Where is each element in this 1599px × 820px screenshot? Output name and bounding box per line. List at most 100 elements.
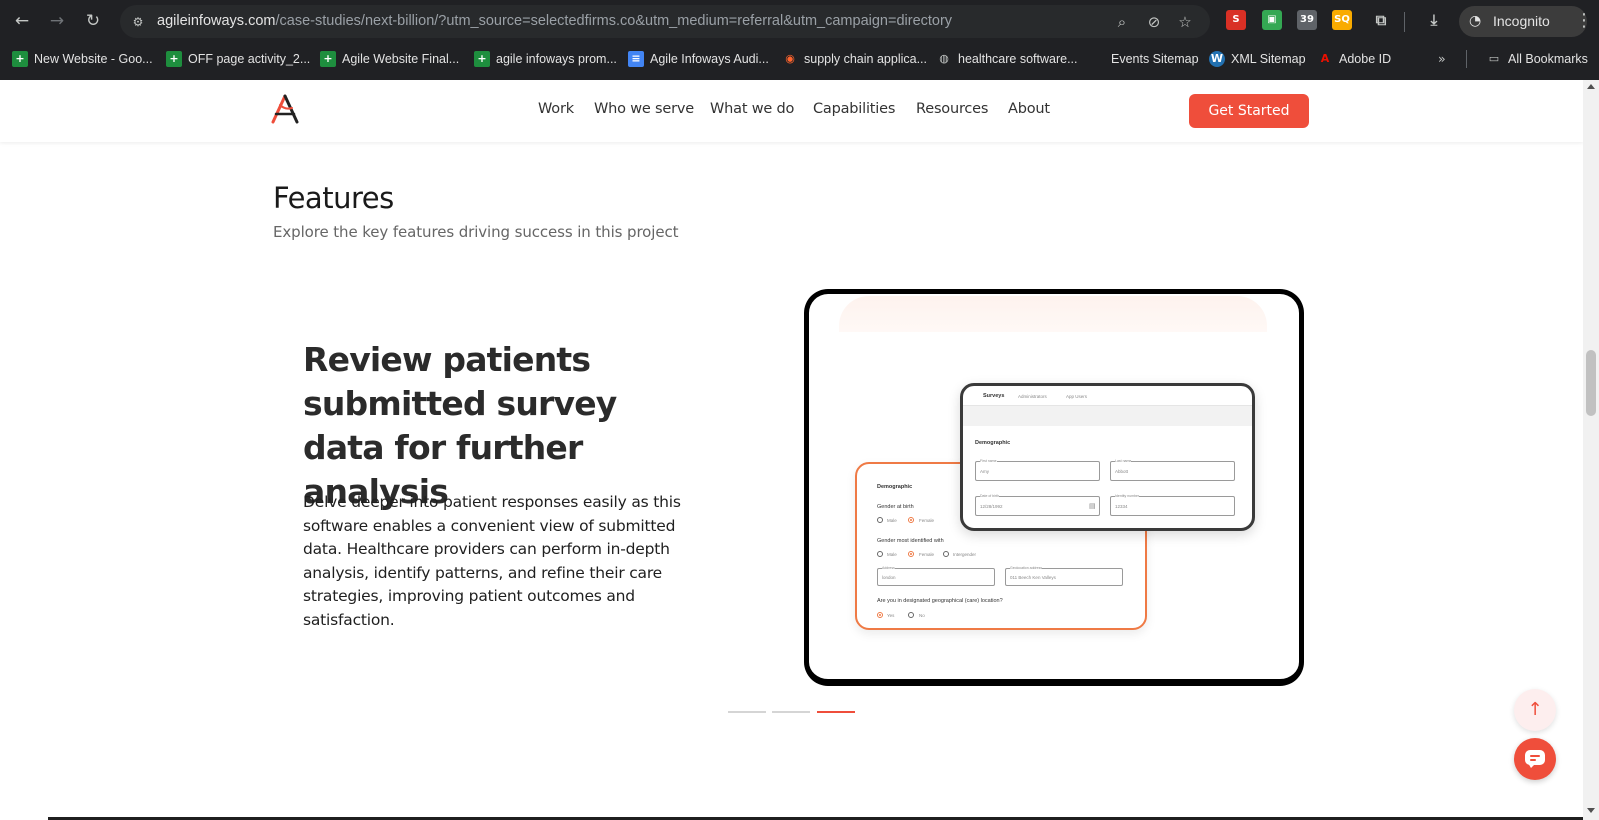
bookmark-item[interactable]: Events Sitemap: [1111, 50, 1199, 68]
agile-infoways-logo[interactable]: [270, 94, 300, 126]
chat-button[interactable]: [1514, 738, 1556, 780]
google-sheets-icon: +: [166, 51, 182, 67]
mock-section-title: Demographic: [975, 440, 1011, 446]
address-bar[interactable]: ⚙ agileinfoways.com/case-studies/next-bi…: [120, 5, 1210, 38]
incognito-label: Incognito: [1493, 13, 1550, 29]
bookmark-item[interactable]: W XML Sitemap: [1209, 50, 1306, 68]
globe-icon: ◍: [939, 52, 949, 65]
bookmark-item[interactable]: ≡ Agile Infoways Audi...: [628, 50, 769, 68]
tracking-protection-icon[interactable]: ⊘: [1143, 11, 1165, 33]
browser-toolbar: ← → ↻ ⚙ agileinfoways.com/case-studies/n…: [0, 0, 1599, 42]
bookmark-label: New Website - Goo...: [34, 52, 153, 66]
browser-menu-icon[interactable]: ⋮: [1575, 9, 1593, 33]
mock-radio-selected: [908, 517, 914, 523]
get-started-button[interactable]: Get Started: [1189, 94, 1309, 128]
features-title: Features: [273, 181, 394, 215]
mock-tab: Administrators: [1018, 394, 1047, 399]
nav-what-we-do[interactable]: What we do: [710, 101, 794, 117]
chat-icon-line: [1530, 755, 1540, 757]
scroll-to-top-button[interactable]: ↑: [1514, 689, 1556, 731]
bookmark-item[interactable]: ◍ healthcare software...: [936, 50, 1078, 68]
extension-sq-icon[interactable]: SQ: [1332, 10, 1352, 30]
site-info-icon[interactable]: ⚙: [128, 12, 148, 32]
zoom-icon[interactable]: ⌕: [1111, 11, 1133, 33]
mock-question: Are you in designated geographical (care…: [877, 598, 1003, 604]
bookmark-item[interactable]: A Adobe ID: [1317, 50, 1391, 68]
mock-band: [963, 406, 1252, 426]
bookmark-item[interactable]: + agile infoways prom...: [474, 50, 617, 68]
bookmark-item[interactable]: ◉ supply chain applica...: [782, 50, 927, 68]
download-icon[interactable]: ⤓: [1424, 10, 1444, 30]
mock-field-value: 12334: [1115, 504, 1128, 509]
bookmark-label: OFF page activity_2...: [188, 52, 311, 66]
mock-last-name-field: Last name Abbott: [1110, 459, 1235, 481]
mock-field-value: Amy: [980, 469, 989, 474]
google-sheets-icon: +: [12, 51, 28, 67]
mock-radio: [943, 551, 949, 557]
carousel-dot-active[interactable]: [817, 711, 855, 713]
bookmark-label: Agile Infoways Audi...: [650, 52, 769, 66]
carousel-dot[interactable]: [772, 711, 810, 713]
nav-about[interactable]: About: [1008, 101, 1050, 117]
reload-icon[interactable]: ↻: [81, 9, 105, 33]
url-text[interactable]: agileinfoways.com/case-studies/next-bill…: [157, 13, 952, 29]
bookmark-label: All Bookmarks: [1508, 52, 1588, 66]
device-mockup: Demographic Gender at birth Male Female …: [804, 289, 1304, 686]
bookmark-item[interactable]: + Agile Website Final...: [320, 50, 459, 68]
mock-field-label: Date of birth: [980, 494, 1000, 498]
google-docs-icon: ≡: [628, 51, 644, 67]
bookmark-label: Events Sitemap: [1111, 52, 1199, 66]
mock-tab: App Users: [1066, 394, 1088, 399]
carousel-dot[interactable]: [728, 711, 766, 713]
google-sheets-icon: +: [320, 51, 336, 67]
arrow-up-icon: ↑: [1527, 699, 1543, 720]
extensions-puzzle-icon[interactable]: ⧉: [1371, 10, 1391, 30]
nav-capabilities[interactable]: Capabilities: [813, 101, 895, 117]
mock-identity-field: Identity number 12334: [1110, 494, 1235, 516]
bookmark-label: healthcare software...: [958, 52, 1078, 66]
mock-address-field: Address london: [877, 566, 995, 586]
semrush-icon: ◉: [785, 52, 795, 65]
scroll-down-arrow-icon[interactable]: [1587, 808, 1595, 813]
mock-field-label: First name: [980, 459, 997, 463]
mockup-backdrop: [839, 296, 1267, 332]
bookmark-label: supply chain applica...: [804, 52, 927, 66]
google-sheets-icon: +: [474, 51, 490, 67]
incognito-profile-button[interactable]: ◔ Incognito: [1459, 6, 1587, 37]
nav-work[interactable]: Work: [538, 101, 574, 117]
mock-dob-field: Date of birth 12/28/1992 ▤: [975, 494, 1100, 516]
mock-question: Gender most identified with: [877, 538, 944, 544]
bookmark-label: Agile Website Final...: [342, 52, 460, 66]
bookmark-item[interactable]: + New Website - Goo...: [12, 50, 153, 68]
mock-radio: [908, 612, 914, 618]
mock-option: Male: [887, 518, 897, 523]
mock-option: No: [919, 613, 925, 618]
all-bookmarks-folder[interactable]: ▭ All Bookmarks: [1486, 50, 1588, 68]
bookmark-item[interactable]: + OFF page activity_2...: [166, 50, 310, 68]
slide-description: Delve deeper into patient responses easi…: [303, 493, 681, 629]
mock-field-label: Last name: [1115, 459, 1132, 463]
url-host: agileinfoways.com: [157, 13, 276, 29]
scroll-up-arrow-icon[interactable]: [1587, 84, 1595, 89]
page-scrollbar[interactable]: [1583, 80, 1599, 820]
extension-green-icon[interactable]: ▣: [1262, 10, 1282, 30]
back-icon[interactable]: ←: [10, 9, 34, 33]
folder-icon: ▭: [1488, 52, 1500, 65]
toolbar-divider: [1404, 12, 1405, 32]
nav-who-we-serve[interactable]: Who we serve: [594, 101, 694, 117]
carousel-pagination: [728, 711, 858, 715]
more-bookmarks-icon[interactable]: »: [1438, 50, 1446, 68]
survey-form-card-front: Surveys Administrators App Users Demogra…: [960, 383, 1255, 531]
mock-field-label: Identity number: [1115, 494, 1140, 498]
bookmark-star-icon[interactable]: ☆: [1174, 11, 1196, 33]
forward-icon[interactable]: →: [45, 9, 69, 33]
extension-badge-icon[interactable]: 39: [1297, 10, 1317, 30]
mock-field-label: Geolocation address: [1010, 566, 1043, 570]
nav-resources[interactable]: Resources: [916, 101, 988, 117]
calendar-icon: ▤: [1089, 503, 1096, 510]
scrollbar-thumb[interactable]: [1586, 350, 1596, 416]
bookmark-label: agile infoways prom...: [496, 52, 617, 66]
extension-s-icon[interactable]: S: [1226, 10, 1246, 30]
mock-radio: [877, 551, 883, 557]
mock-option: Yes: [887, 613, 895, 618]
